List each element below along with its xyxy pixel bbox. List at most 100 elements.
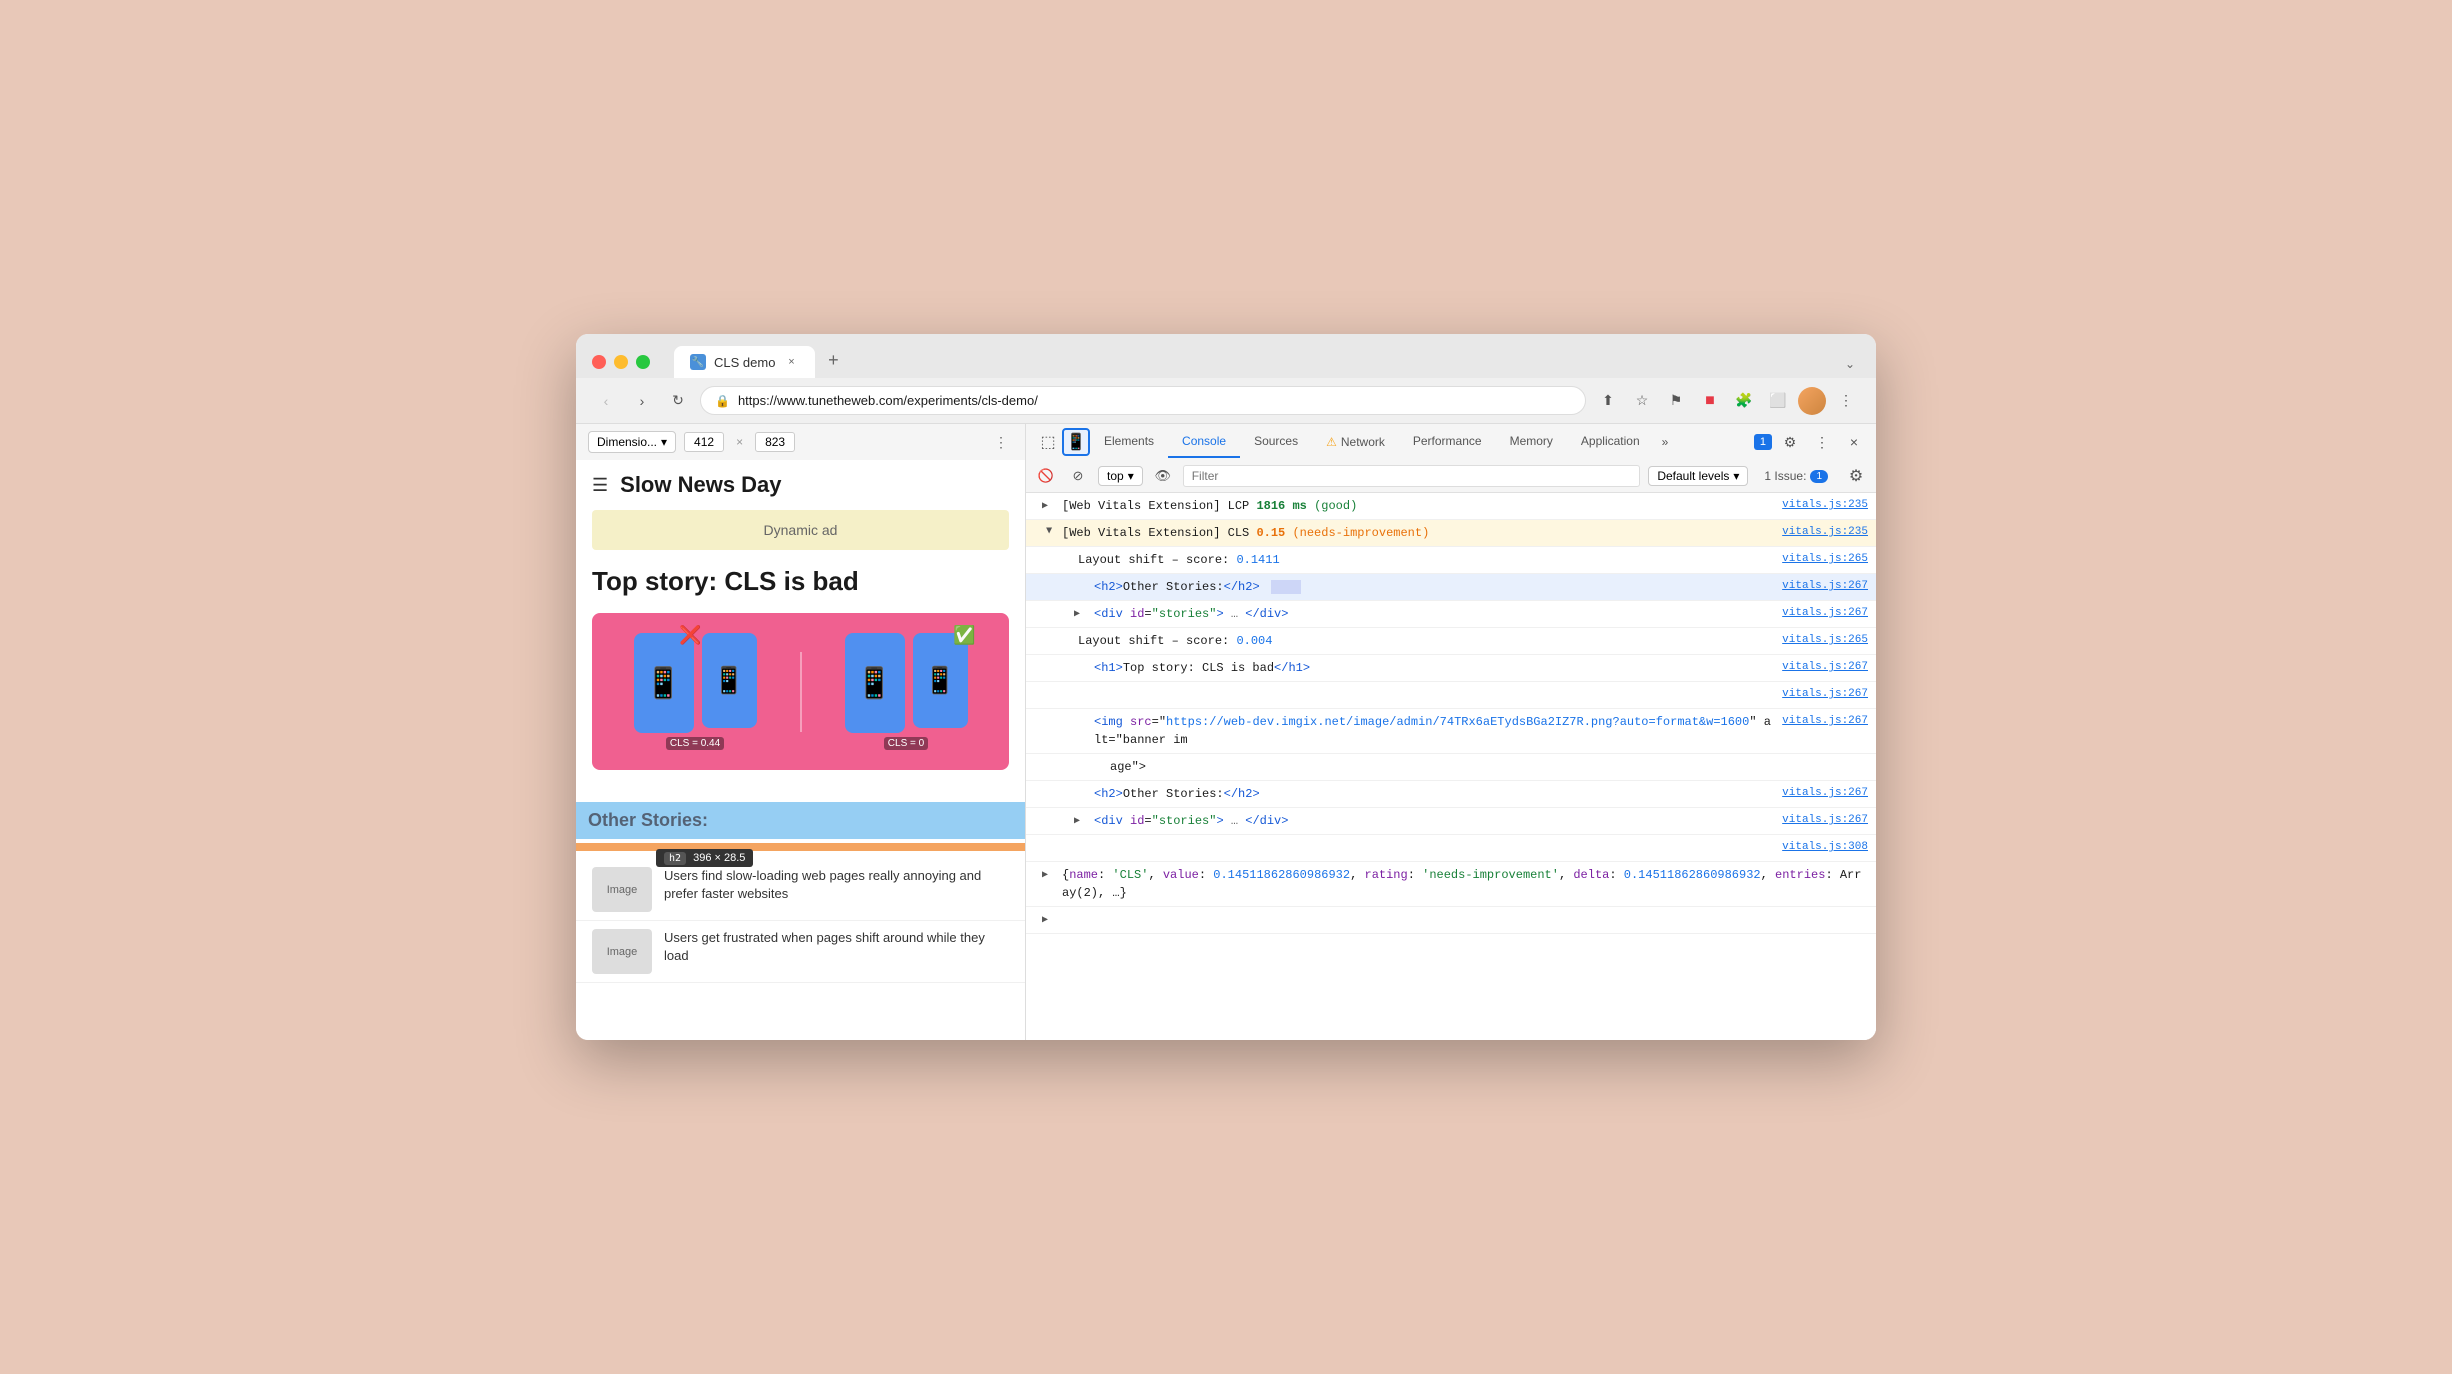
div1-gt: > [1216, 607, 1223, 621]
phone-group-good: 📱 📱 ✅ [845, 633, 968, 733]
profile-button[interactable] [1798, 387, 1826, 415]
obj-colon1: : [1098, 868, 1112, 882]
more-options-button[interactable]: ⋮ [989, 430, 1013, 454]
bookmark-button[interactable]: ☆ [1628, 387, 1656, 415]
phone-icon-bad-1: 📱 ❌ [634, 633, 694, 733]
chevron-down-icon[interactable]: ⌄ [1840, 354, 1860, 374]
height-input[interactable] [755, 432, 795, 452]
extensions-button[interactable]: 🧩 [1730, 387, 1758, 415]
minimize-button[interactable] [614, 355, 628, 369]
tab-network-label: Network [1341, 435, 1385, 449]
div1-content: <div id="stories"> … </div> [1094, 605, 1774, 623]
top-context-dropdown[interactable]: top ▾ [1098, 466, 1143, 486]
obj-rating-val: 'needs-improvement' [1422, 868, 1559, 882]
expand-arrow-obj[interactable]: ▶ [1042, 868, 1054, 883]
obj-entries: entries [1775, 868, 1825, 882]
div1-link[interactable]: vitals.js:267 [1782, 605, 1868, 622]
clear-console-button[interactable]: 🚫 [1034, 464, 1058, 488]
img-link[interactable]: vitals.js:267 [1782, 713, 1868, 730]
active-tab[interactable]: 🔧 CLS demo × [674, 346, 815, 378]
phone-icon-bad-2: 📱 [702, 633, 757, 728]
ls1-link[interactable]: vitals.js:265 [1782, 551, 1868, 568]
h1-top-story: ▶ <h1>Top story: CLS is bad</h1> vitals.… [1026, 655, 1876, 682]
chevron-down-icon: ▾ [1733, 469, 1739, 483]
more-devtools-button[interactable]: ⋮ [1808, 428, 1836, 456]
h2-selection-overlay [576, 802, 1025, 839]
cls-good-label: CLS = 0 [884, 737, 928, 750]
content-area: ☰ Slow News Day Dynamic ad Top story: CL… [576, 460, 1876, 1040]
check-icon: ✅ [953, 625, 975, 646]
expand-arrow-cls[interactable]: ▶ [1041, 528, 1056, 540]
more-button[interactable]: ⋮ [1832, 387, 1860, 415]
tab-performance[interactable]: Performance [1399, 426, 1496, 458]
cls-bad-label: CLS = 0.44 [666, 737, 724, 750]
tab-network[interactable]: ⚠ Network [1312, 427, 1399, 457]
expand-arrow-lcp[interactable]: ▶ [1042, 499, 1054, 514]
tab-sources[interactable]: Sources [1240, 426, 1312, 458]
tab-overflow-button[interactable]: » [1654, 427, 1677, 457]
lcp-prefix: [Web Vitals Extension] LCP [1062, 499, 1256, 513]
panel-tabs: Elements Console Sources ⚠ Network Perfo… [1090, 426, 1676, 458]
console-settings-button[interactable]: ⚙ [1844, 464, 1868, 488]
div-stories-1: ▶ <div id="stories"> … </div> vitals.js:… [1026, 601, 1876, 628]
tab-close-button[interactable]: × [783, 354, 799, 370]
expand-arrow-end[interactable]: ▶ [1042, 913, 1054, 928]
expand-arrow-div2[interactable]: ▶ [1074, 814, 1086, 829]
forward-button[interactable]: › [628, 387, 656, 415]
log-levels-dropdown[interactable]: Default levels ▾ [1648, 466, 1748, 486]
div1-eq: = [1144, 607, 1151, 621]
devtools-inspect-icon[interactable]: ⬚ [1034, 428, 1062, 456]
h1-link[interactable]: vitals.js:267 [1782, 659, 1868, 676]
h2-other-stories: ▶ <h2>Other Stories:</h2> vitals.js:267 [1026, 574, 1876, 601]
sidebar-button[interactable]: ⬜ [1764, 387, 1792, 415]
h2-link[interactable]: vitals.js:267 [1782, 578, 1868, 595]
div2-link[interactable]: vitals.js:267 [1782, 812, 1868, 829]
filter-button[interactable]: ⊘ [1066, 464, 1090, 488]
responsive-controls: Dimensio... ▾ × ⋮ [576, 424, 1026, 460]
traffic-lights [592, 355, 650, 369]
expand-arrow-div1[interactable]: ▶ [1074, 607, 1086, 622]
lcp-link[interactable]: vitals.js:235 [1782, 497, 1868, 514]
div2-ellipsis: … [1224, 814, 1246, 828]
maximize-button[interactable] [636, 355, 650, 369]
obj-comma2: , [1350, 868, 1364, 882]
img-url: https://web-dev.imgix.net/image/admin/74… [1166, 715, 1749, 729]
devtools-device-icon[interactable]: 📱 [1062, 428, 1090, 456]
v308-link[interactable]: vitals.js:308 [1782, 839, 1868, 856]
ls2-link[interactable]: vitals.js:265 [1782, 632, 1868, 649]
h2b-link[interactable]: vitals.js:267 [1782, 785, 1868, 802]
flag-button[interactable]: ⚑ [1662, 387, 1690, 415]
blank-link[interactable]: vitals.js:267 [1782, 686, 1868, 703]
eye-button[interactable]: 👁 [1151, 464, 1175, 488]
obj-delta: delta [1573, 868, 1609, 882]
dimension-dropdown[interactable]: Dimensio... ▾ [588, 431, 676, 453]
share-button[interactable]: ⬆ [1594, 387, 1622, 415]
stop-button[interactable]: ■ [1696, 387, 1724, 415]
back-button[interactable]: ‹ [592, 387, 620, 415]
reload-button[interactable]: ↻ [664, 387, 692, 415]
tab-application[interactable]: Application [1567, 426, 1654, 458]
filter-input[interactable] [1183, 465, 1641, 487]
story-image-2: Image [592, 929, 652, 974]
tab-memory[interactable]: Memory [1496, 426, 1567, 458]
div2-val: "stories" [1152, 814, 1217, 828]
cls-link[interactable]: vitals.js:235 [1782, 524, 1868, 541]
tab-elements[interactable]: Elements [1090, 426, 1168, 458]
h1-open: <h1> [1094, 661, 1123, 675]
page-content: Top story: CLS is bad 📱 ❌ 📱 [576, 550, 1025, 802]
dimension-label: Dimensio... [597, 435, 657, 449]
cls-value: 0.15 [1256, 526, 1285, 540]
close-button[interactable] [592, 355, 606, 369]
address-bar[interactable]: 🔒 https://www.tunetheweb.com/experiments… [700, 386, 1586, 415]
div1-close: </div> [1245, 607, 1288, 621]
tab-bar: 🔧 CLS demo × + ⌄ [674, 346, 1860, 378]
settings-button[interactable]: ⚙ [1776, 428, 1804, 456]
width-input[interactable] [684, 432, 724, 452]
warning-icon: ⚠ [1326, 435, 1337, 449]
tab-console[interactable]: Console [1168, 426, 1240, 458]
orange-divider [576, 843, 1025, 851]
ad-banner: Dynamic ad [592, 510, 1009, 550]
close-devtools-button[interactable]: × [1840, 428, 1868, 456]
new-tab-button[interactable]: + [819, 346, 847, 374]
ls2-value: 0.004 [1236, 634, 1272, 648]
